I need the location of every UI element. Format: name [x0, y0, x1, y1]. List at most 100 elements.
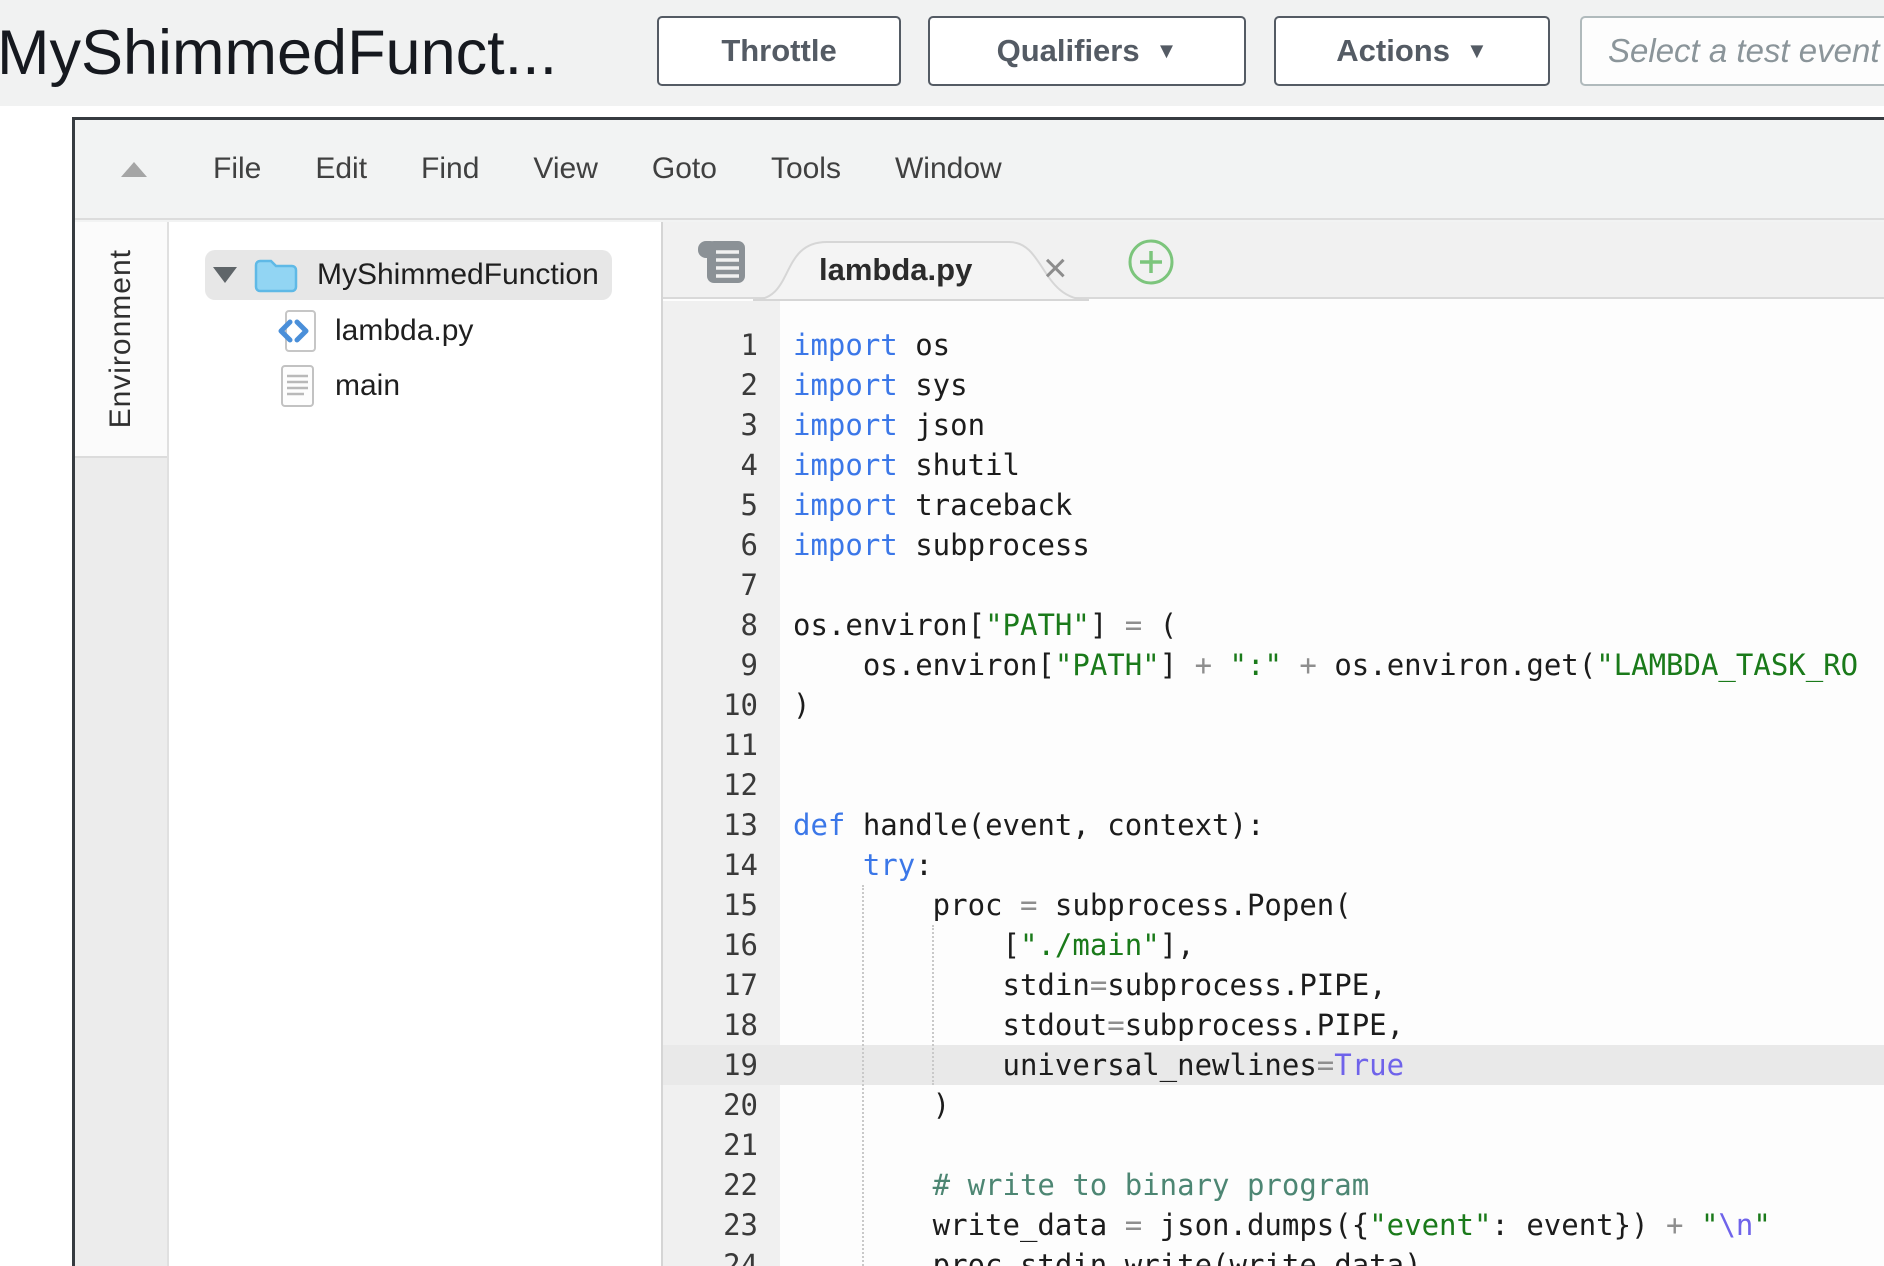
- line-number-20: 20: [663, 1085, 780, 1125]
- code-line-3[interactable]: import json: [780, 405, 1884, 445]
- qualifiers-button[interactable]: Qualifiers ▼: [928, 16, 1246, 86]
- line-number-2: 2: [663, 365, 780, 405]
- code-token: write_data: [793, 1208, 1125, 1242]
- code-token: :: [915, 848, 932, 882]
- code-token: ]: [1160, 648, 1195, 682]
- code-token: (: [1142, 608, 1177, 642]
- code-line-8[interactable]: os.environ["PATH"] = (: [780, 605, 1884, 645]
- folder-expand-icon[interactable]: [213, 267, 237, 283]
- line-number-1: 1: [663, 325, 780, 365]
- caret-down-icon: ▼: [1466, 38, 1488, 64]
- line-number-9: 9: [663, 645, 780, 685]
- code-token: handle(event, context):: [845, 808, 1264, 842]
- tree-row-folder[interactable]: MyShimmedFunction: [169, 252, 661, 298]
- code-token: stdin: [793, 968, 1090, 1002]
- code-line-22[interactable]: # write to binary program: [780, 1165, 1884, 1205]
- code-token: import: [793, 448, 898, 482]
- code-token: "PATH": [1055, 648, 1160, 682]
- line-number-6: 6: [663, 525, 780, 565]
- code-token: ]: [1090, 608, 1125, 642]
- code-line-14[interactable]: try:: [780, 845, 1884, 885]
- close-tab-icon[interactable]: ×: [1043, 240, 1068, 299]
- code-line-7[interactable]: [780, 565, 1884, 605]
- folder-label: MyShimmedFunction: [317, 258, 599, 292]
- code-line-19[interactable]: universal_newlines=True: [780, 1045, 1884, 1085]
- code-token: =: [1125, 1208, 1142, 1242]
- code-token: subprocess.Popen(: [1037, 888, 1351, 922]
- code-line-4[interactable]: import shutil: [780, 445, 1884, 485]
- code-token: stdout: [793, 1008, 1107, 1042]
- line-number-13: 13: [663, 805, 780, 845]
- line-number-17: 17: [663, 965, 780, 1005]
- code-token: import: [793, 368, 898, 402]
- code-line-11[interactable]: [780, 725, 1884, 765]
- gutter: 123456789101112131415161718192021222324: [663, 325, 780, 1266]
- code-token: ): [793, 688, 810, 722]
- line-number-7: 7: [663, 565, 780, 605]
- code-line-24[interactable]: proc.stdin.write(write_data): [780, 1245, 1884, 1266]
- editor-panel: lambda.py × 1234567891011121314151617181…: [663, 222, 1884, 1266]
- code-token: \n: [1718, 1208, 1753, 1242]
- qualifiers-button-label: Qualifiers: [997, 33, 1140, 69]
- actions-button[interactable]: Actions ▼: [1274, 16, 1550, 86]
- line-number-3: 3: [663, 405, 780, 445]
- menu-item-tools[interactable]: Tools: [771, 152, 841, 186]
- tree-row-main[interactable]: main: [169, 363, 661, 409]
- code-token: "event": [1369, 1208, 1491, 1242]
- code-line-23[interactable]: write_data = json.dumps({"event": event}…: [780, 1205, 1884, 1245]
- tree-row-lambda-py[interactable]: lambda.py: [169, 308, 661, 354]
- menu-item-window[interactable]: Window: [895, 152, 1002, 186]
- code-line-10[interactable]: ): [780, 685, 1884, 725]
- line-number-5: 5: [663, 485, 780, 525]
- code-line-12[interactable]: [780, 765, 1884, 805]
- line-number-23: 23: [663, 1205, 780, 1245]
- code-line-13[interactable]: def handle(event, context):: [780, 805, 1884, 845]
- menu-item-file[interactable]: File: [213, 152, 261, 186]
- menu-item-find[interactable]: Find: [421, 152, 479, 186]
- menu-item-view[interactable]: View: [533, 152, 597, 186]
- line-number-22: 22: [663, 1165, 780, 1205]
- code-token: ],: [1160, 928, 1195, 962]
- new-tab-plus-icon[interactable]: [1126, 237, 1176, 287]
- code-token: json.dumps({: [1142, 1208, 1369, 1242]
- code-line-6[interactable]: import subprocess: [780, 525, 1884, 565]
- line-number-18: 18: [663, 1005, 780, 1045]
- code-token: [: [793, 928, 1020, 962]
- file-label: main: [335, 369, 400, 403]
- code-token: [1212, 648, 1229, 682]
- environment-tab[interactable]: Environment: [75, 222, 167, 458]
- tab-list-icon[interactable]: [695, 238, 749, 286]
- code-token: =: [1107, 1008, 1124, 1042]
- code-line-16[interactable]: ["./main"],: [780, 925, 1884, 965]
- throttle-button[interactable]: Throttle: [657, 16, 901, 86]
- environment-tab-label: Environment: [104, 249, 138, 428]
- code-lines: import osimport sysimport jsonimport shu…: [780, 325, 1884, 1266]
- menu-item-edit[interactable]: Edit: [315, 152, 367, 186]
- caret-down-icon: ▼: [1156, 38, 1178, 64]
- code-line-2[interactable]: import sys: [780, 365, 1884, 405]
- environment-rail: Environment: [75, 222, 169, 1266]
- code-line-17[interactable]: stdin=subprocess.PIPE,: [780, 965, 1884, 1005]
- code-token: +: [1195, 648, 1212, 682]
- code-line-20[interactable]: ): [780, 1085, 1884, 1125]
- editor-menubar: File Edit Find View Goto Tools Window: [75, 120, 1884, 220]
- code-editor[interactable]: 123456789101112131415161718192021222324 …: [663, 301, 1884, 1266]
- menu-item-goto[interactable]: Goto: [652, 152, 717, 186]
- code-token: json: [898, 408, 985, 442]
- test-event-placeholder: Select a test event: [1608, 32, 1880, 70]
- code-line-9[interactable]: os.environ["PATH"] + ":" + os.environ.ge…: [780, 645, 1884, 685]
- code-token: universal_newlines: [793, 1048, 1317, 1082]
- code-token: os.environ.get(: [1317, 648, 1596, 682]
- tab-lambda-py[interactable]: lambda.py ×: [751, 240, 1091, 301]
- code-line-15[interactable]: proc = subprocess.Popen(: [780, 885, 1884, 925]
- line-number-11: 11: [663, 725, 780, 765]
- code-line-21[interactable]: [780, 1125, 1884, 1165]
- test-event-select[interactable]: Select a test event: [1580, 16, 1884, 86]
- code-line-5[interactable]: import traceback: [780, 485, 1884, 525]
- line-number-15: 15: [663, 885, 780, 925]
- code-line-1[interactable]: import os: [780, 325, 1884, 365]
- line-number-19: 19: [663, 1045, 780, 1085]
- collapse-editor-icon[interactable]: [121, 162, 147, 177]
- code-token: "./main": [1020, 928, 1160, 962]
- code-line-18[interactable]: stdout=subprocess.PIPE,: [780, 1005, 1884, 1045]
